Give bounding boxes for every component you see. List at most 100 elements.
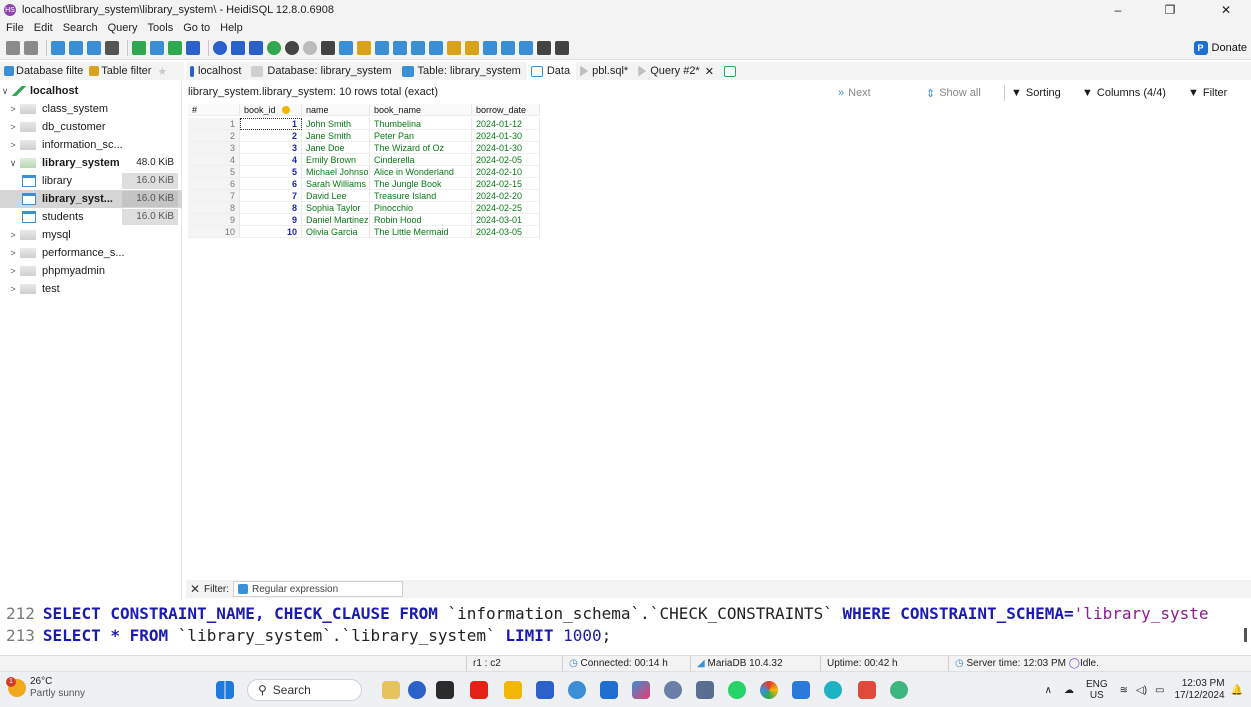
table-row[interactable]: 8 8 Sophia Taylor Pinocchio 2024-02-25 — [188, 202, 540, 214]
chevron-up-icon[interactable]: ∧ — [1045, 685, 1052, 696]
columns-button[interactable]: ▼ Columns (4/4) — [1082, 85, 1166, 101]
warning-icon[interactable] — [465, 40, 479, 55]
tab-data[interactable]: Data — [526, 62, 577, 80]
tab-table[interactable]: Table: library_system — [398, 62, 527, 80]
tab-localhost[interactable]: localhost — [186, 62, 247, 80]
cancel-edit-icon[interactable] — [321, 40, 335, 55]
find-replace-icon[interactable] — [429, 40, 443, 55]
camera-icon[interactable] — [696, 681, 714, 699]
battery-icon[interactable]: ▭ — [1155, 685, 1164, 696]
tree-node-table-library-system[interactable]: library_syst... 16.0 KiB — [0, 190, 182, 208]
wrap-icon[interactable] — [501, 40, 515, 55]
copy-icon[interactable] — [51, 40, 65, 55]
tab-pbl-sql[interactable]: pbl.sql* — [576, 62, 634, 80]
filter-button[interactable]: ▼ Filter — [1188, 85, 1227, 101]
column-header-rownum[interactable]: # — [188, 104, 240, 116]
sql-log[interactable]: 212 SELECT CONSTRAINT_NAME, CHECK_CLAUSE … — [0, 600, 1251, 655]
delete-row-icon[interactable] — [285, 40, 299, 55]
xampp-icon[interactable] — [858, 681, 876, 699]
menu-query[interactable]: Query — [108, 22, 138, 34]
widgets-icon[interactable] — [382, 681, 400, 699]
close-icon[interactable]: ✕ — [705, 65, 714, 78]
format-sql-icon[interactable] — [447, 40, 461, 55]
chevron-right-icon[interactable]: > — [8, 266, 18, 276]
minimize-button[interactable]: – — [1098, 0, 1138, 20]
chevron-right-icon[interactable]: > — [8, 104, 18, 114]
help-icon[interactable] — [213, 40, 227, 55]
cloud-icon[interactable]: ☁ — [1064, 685, 1074, 696]
table-row[interactable]: 7 7 David Lee Treasure Island 2024-02-20 — [188, 190, 540, 202]
binary-icon[interactable] — [483, 40, 497, 55]
tree-node-performance-schema[interactable]: > performance_s... — [0, 244, 182, 262]
tree-node-mysql[interactable]: > mysql — [0, 226, 182, 244]
next-button[interactable]: » Next — [838, 85, 871, 101]
open-file-icon[interactable] — [357, 40, 371, 55]
tree-node-test[interactable]: > test — [0, 280, 182, 298]
export-icon[interactable] — [186, 40, 200, 55]
tree-node-db-customer[interactable]: > db_customer — [0, 118, 182, 136]
taskbar-search[interactable]: ⚲ Search — [247, 679, 362, 701]
run-query-icon[interactable] — [339, 40, 353, 55]
tree-node-phpmyadmin[interactable]: > phpmyadmin — [0, 262, 182, 280]
post-row-icon[interactable] — [303, 40, 317, 55]
app-icon[interactable] — [568, 681, 586, 699]
volume-icon[interactable]: ◁) — [1136, 685, 1147, 696]
table-row[interactable]: 6 6 Sarah Williams The Jungle Book 2024-… — [188, 178, 540, 190]
task-view-icon[interactable] — [436, 681, 454, 699]
copilot-icon[interactable] — [408, 681, 426, 699]
table-row[interactable]: 9 9 Daniel Martinez Robin Hood 2024-03-0… — [188, 214, 540, 226]
table-row[interactable]: 4 4 Emily Brown Cinderella 2024-02-05 — [188, 154, 540, 166]
tab-query-2[interactable]: Query #2* ✕ — [634, 62, 720, 80]
language-indicator[interactable]: ENG US — [1086, 679, 1108, 701]
paste-icon[interactable] — [69, 40, 83, 55]
column-header-name[interactable]: name — [302, 104, 370, 116]
database-filter[interactable]: Database filte — [4, 65, 83, 77]
print-icon[interactable] — [105, 40, 119, 55]
tab-database[interactable]: Database: library_system — [247, 62, 397, 80]
save-snippet-icon[interactable] — [393, 40, 407, 55]
menu-goto[interactable]: Go to — [183, 22, 210, 34]
filter-input[interactable]: Regular expression — [233, 581, 403, 597]
chevron-down-icon[interactable]: ∨ — [8, 158, 18, 169]
save-icon[interactable] — [375, 40, 389, 55]
tree-node-localhost[interactable]: ∨ localhost — [0, 82, 182, 100]
clock[interactable]: 12:03 PM 17/12/2024 — [1174, 678, 1224, 702]
chevron-right-icon[interactable]: > — [8, 140, 18, 150]
first-record-icon[interactable] — [231, 40, 245, 55]
maintenance-icon[interactable] — [168, 40, 182, 55]
file-explorer-icon[interactable] — [504, 681, 522, 699]
chrome-icon[interactable] — [760, 681, 778, 699]
store-icon[interactable] — [536, 681, 554, 699]
disconnect-icon[interactable] — [24, 40, 38, 55]
tree-node-table-library[interactable]: library 16.0 KiB — [0, 172, 182, 190]
chevron-right-icon[interactable]: > — [8, 248, 18, 258]
close-tab-icon[interactable] — [555, 40, 569, 55]
whatsapp-icon[interactable] — [728, 681, 746, 699]
table-filter[interactable]: Table filter — [89, 65, 151, 77]
menu-file[interactable]: File — [6, 22, 24, 34]
chevron-right-icon[interactable]: > — [8, 122, 18, 132]
table-row[interactable]: 1 1 John Smith Thumbelina 2024-01-12 — [188, 118, 540, 130]
copilot-app-icon[interactable] — [632, 681, 650, 699]
maximize-button[interactable]: ❐ — [1150, 0, 1190, 20]
show-all-button[interactable]: ⇕ Show all — [926, 85, 981, 101]
column-header-book-id[interactable]: book_id — [240, 104, 302, 116]
heidisql-taskbar-icon[interactable] — [890, 681, 908, 699]
tree-node-information-schema[interactable]: > information_sc... — [0, 136, 182, 154]
youtube-icon[interactable] — [470, 681, 488, 699]
more-options-icon[interactable] — [537, 40, 551, 55]
dropbox-icon[interactable] — [600, 681, 618, 699]
chevron-right-icon[interactable]: > — [8, 230, 18, 240]
insert-row-icon[interactable] — [267, 40, 281, 55]
donate-button[interactable]: P Donate — [1193, 40, 1247, 56]
tree-node-class-system[interactable]: > class_system — [0, 100, 182, 118]
table-row[interactable]: 2 2 Jane Smith Peter Pan 2024-01-30 — [188, 130, 540, 142]
settings-icon[interactable] — [664, 681, 682, 699]
new-query-tab[interactable] — [720, 62, 746, 80]
star-icon[interactable]: ★ — [157, 65, 167, 78]
tree-node-table-students[interactable]: students 16.0 KiB — [0, 208, 182, 226]
wifi-icon[interactable]: ≋ — [1120, 685, 1128, 696]
sql-log-scrollbar[interactable] — [1244, 628, 1247, 642]
table-row[interactable]: 10 10 Olivia Garcia The Little Mermaid 2… — [188, 226, 540, 238]
column-header-borrow-date[interactable]: borrow_date — [472, 104, 540, 116]
